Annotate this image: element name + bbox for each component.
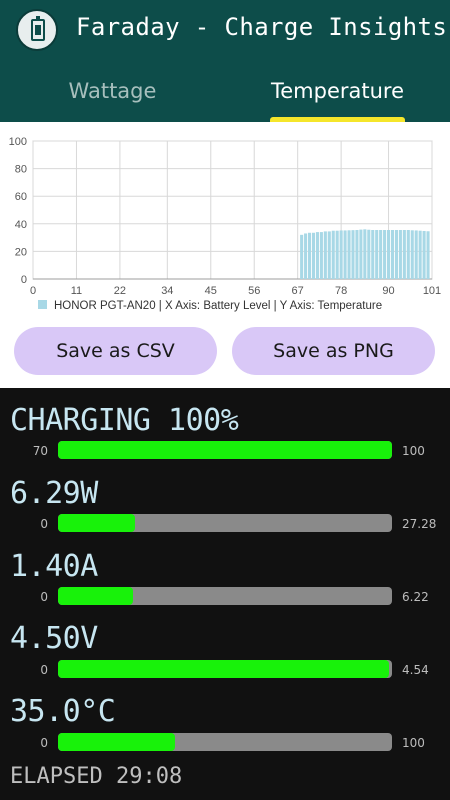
chart-bar — [375, 230, 379, 279]
temperature-gauge-fill — [58, 733, 175, 751]
chart-bar — [327, 231, 331, 279]
x-tick-label: 56 — [248, 285, 260, 297]
tab-bar: Wattage Temperature — [0, 60, 450, 122]
power-value: 6.29W — [10, 476, 98, 511]
chart-bar — [379, 230, 383, 279]
chart-bar — [300, 234, 304, 279]
app-bar: Faraday - Charge Insights — [0, 0, 450, 60]
x-tick-label: 78 — [335, 285, 347, 297]
legend-swatch — [38, 300, 47, 309]
y-tick-label: 0 — [21, 274, 27, 286]
battery-charging-icon — [16, 9, 58, 51]
chart-bar — [367, 229, 371, 279]
chart-bar — [307, 232, 312, 279]
current-value: 1.40A — [10, 549, 98, 584]
elapsed-time: ELAPSED 29:08 — [10, 764, 183, 789]
chart-bar — [351, 230, 355, 279]
chart-bar — [422, 230, 426, 279]
current-gauge-min: 0 — [40, 590, 48, 604]
chart-bar — [315, 232, 319, 279]
chart-panel: 100 80 60 40 20 0 0 11 22 34 45 56 67 78 90 101 HONOR P… — [0, 122, 450, 388]
x-tick-label: 90 — [382, 285, 394, 297]
voltage-gauge-min: 0 — [40, 663, 48, 677]
chart-bar — [426, 231, 430, 279]
y-tick-label: 20 — [15, 246, 27, 258]
chart-bar — [394, 230, 398, 279]
voltage-gauge — [58, 660, 392, 678]
chart-bar — [402, 230, 406, 279]
x-tick-label: 45 — [205, 285, 217, 297]
save-csv-button[interactable]: Save as CSV — [14, 327, 217, 375]
chart-bar — [339, 230, 343, 279]
voltage-gauge-max: 4.54 — [402, 663, 429, 677]
x-tick-label: 34 — [161, 285, 173, 297]
status-gauge-min: 70 — [32, 444, 48, 458]
power-gauge-max: 27.28 — [402, 517, 437, 531]
status-gauge-fill — [58, 441, 392, 459]
chart-bar — [311, 232, 316, 279]
temperature-value: 35.0°C — [10, 694, 116, 729]
chart-bar — [363, 229, 367, 279]
chart-bar — [323, 231, 327, 279]
x-tick-label: 101 — [423, 285, 441, 297]
current-gauge-fill — [58, 587, 134, 605]
y-tick-label: 100 — [9, 136, 27, 148]
chart-bar — [335, 230, 339, 279]
status-gauge-max: 100 — [402, 444, 425, 458]
y-tick-label: 80 — [15, 164, 27, 176]
chart-bar — [406, 230, 410, 279]
x-tick-label: 0 — [30, 285, 36, 297]
chart-bar — [359, 229, 363, 279]
y-tick-label: 40 — [15, 219, 27, 231]
temperature-gauge — [58, 733, 392, 751]
chart-bar — [418, 230, 422, 279]
charging-status: CHARGING 100% — [10, 403, 239, 438]
temperature-gauge-max: 100 — [402, 736, 425, 750]
save-png-button[interactable]: Save as PNG — [232, 327, 435, 375]
chart-bar — [331, 230, 335, 279]
chart-bar — [398, 230, 402, 279]
app-title: Faraday - Charge Insights — [76, 13, 448, 41]
chart-bar — [343, 230, 347, 279]
tab-temperature[interactable]: Temperature — [225, 60, 450, 122]
chart-bar — [383, 230, 387, 279]
legend-label: HONOR PGT-AN20 | X Axis: Battery Level |… — [54, 300, 382, 312]
chart-bar — [390, 230, 395, 279]
temperature-chart: 100 80 60 40 20 00 11 22 34 45 56 67 78 90 101 HONOR P… — [9, 136, 442, 312]
x-tick-label: 22 — [114, 285, 126, 297]
chart-bar — [319, 232, 323, 279]
chart-bar — [355, 230, 359, 279]
x-tick-label: 11 — [71, 285, 82, 297]
chart-bar — [304, 233, 308, 279]
current-gauge-max: 6.22 — [402, 590, 429, 604]
chart-bar — [410, 230, 414, 279]
power-gauge-min: 0 — [40, 517, 48, 531]
tab-wattage[interactable]: Wattage — [0, 60, 225, 122]
chart-bar — [387, 230, 391, 279]
voltage-value: 4.50V — [10, 621, 98, 656]
temperature-gauge-min: 0 — [40, 736, 48, 750]
chart-bar — [371, 230, 375, 279]
chart-bar — [347, 230, 351, 279]
power-gauge — [58, 514, 392, 532]
voltage-gauge-fill — [58, 660, 389, 678]
status-gauge — [58, 441, 392, 459]
current-gauge — [58, 587, 392, 605]
x-tick-label: 67 — [292, 285, 304, 297]
chart-bar — [414, 230, 418, 279]
y-tick-label: 60 — [15, 191, 27, 203]
power-gauge-fill — [58, 514, 135, 532]
